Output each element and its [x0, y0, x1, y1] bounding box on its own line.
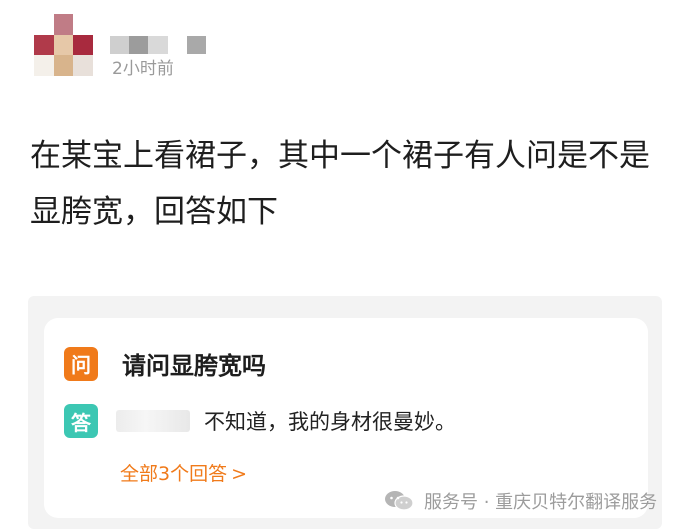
answerer-name-blurred — [116, 410, 190, 432]
answer-badge-icon: 答 — [64, 404, 98, 438]
avatar[interactable] — [34, 14, 112, 76]
question-text: 请问显胯宽吗 — [122, 352, 266, 380]
post-body-text: 在某宝上看裙子，其中一个裙子有人问是不是显胯宽，回答如下 — [30, 138, 650, 230]
answer-text: 不知道，我的身材很曼妙。 — [204, 410, 456, 434]
all-answers-link[interactable]: 全部3个回答 > — [120, 459, 247, 486]
question-badge-icon: 问 — [64, 346, 98, 381]
chevron-right-icon: > — [231, 463, 248, 485]
username-blurred[interactable] — [110, 36, 206, 54]
post-timestamp: 2小时前 — [112, 59, 174, 79]
wechat-icon — [385, 491, 414, 511]
answer-row[interactable]: 答 不知道，我的身材很曼妙。 — [64, 404, 456, 438]
watermark: 服务号 · 重庆贝特尔翻译服务 — [384, 488, 657, 514]
watermark-text: 服务号 · 重庆贝特尔翻译服务 — [424, 492, 658, 513]
all-answers-label: 全部3个回答 — [120, 463, 228, 485]
question-row[interactable]: 问 请问显胯宽吗 — [64, 346, 266, 381]
